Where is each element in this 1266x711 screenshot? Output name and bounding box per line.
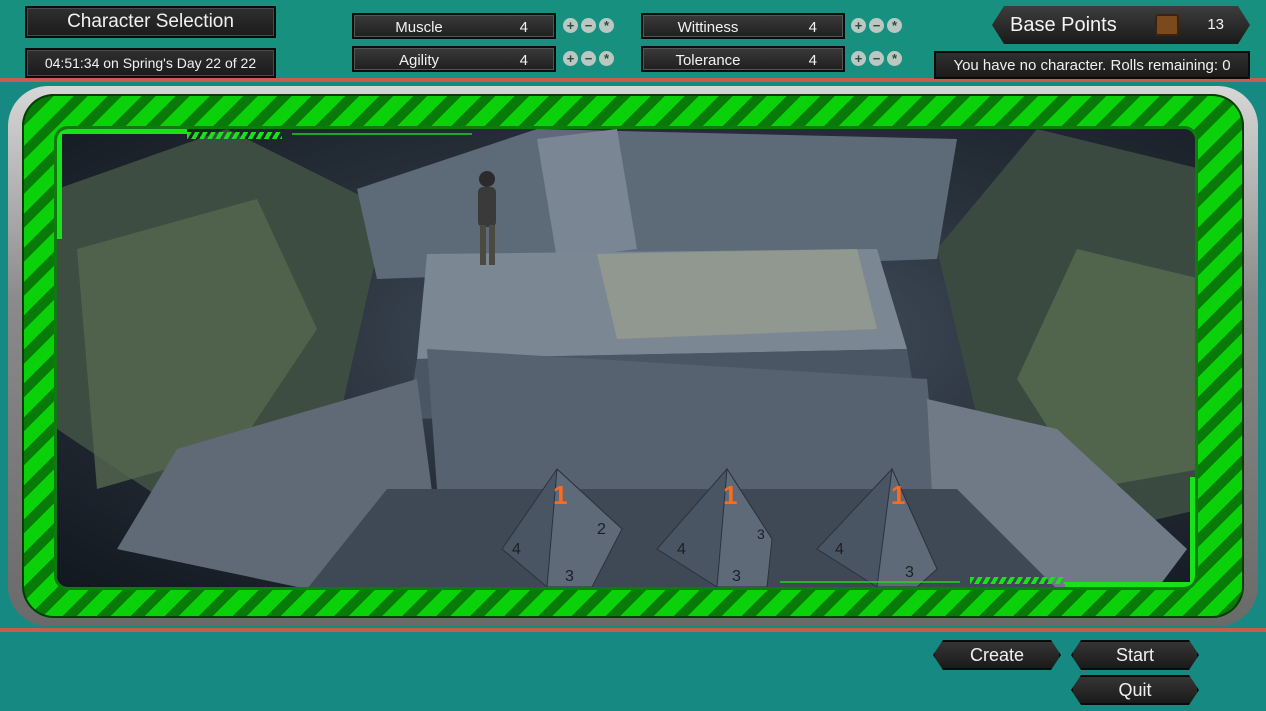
die-1-face-right: 2 [597,521,606,538]
die-1-face-bottom: 3 [565,568,574,585]
stat-label: Agility [398,52,439,69]
stat-value: 4 [519,52,528,69]
die-3-top-number: 1 [891,480,905,510]
tolerance-controls: + − * [851,51,902,66]
stat-wittiness: Wittiness 4 [641,13,845,39]
create-button[interactable]: Create [933,640,1061,670]
wittiness-controls: + − * [851,18,902,33]
quit-button[interactable]: Quit [1071,675,1199,705]
base-points-value: 13 [1207,16,1224,33]
muscle-random-button[interactable]: * [599,18,614,33]
die-2-face-bottom: 3 [732,568,741,585]
stat-agility: Agility 4 [352,46,556,72]
agility-random-button[interactable]: * [599,51,614,66]
hud-line-top [292,133,472,135]
agility-controls: + − * [563,51,614,66]
hud-corner-bottom [1065,582,1195,587]
die-3-face-left: 4 [835,541,844,558]
muscle-controls: + − * [563,18,614,33]
screen-title: Character Selection [25,6,276,38]
agility-minus-button[interactable]: − [581,51,596,66]
wittiness-plus-button[interactable]: + [851,18,866,33]
hud-stripes-top [187,132,282,139]
agility-plus-button[interactable]: + [563,51,578,66]
hud-corner-left [57,129,62,239]
tolerance-minus-button[interactable]: − [869,51,884,66]
lit-stone [597,249,877,339]
hud-stripes-bottom [970,577,1065,584]
tolerance-random-button[interactable]: * [887,51,902,66]
wittiness-random-button[interactable]: * [887,18,902,33]
start-button[interactable]: Start [1071,640,1199,670]
die-3-face-bottom: 3 [905,564,914,581]
stat-label: Tolerance [675,52,741,69]
stat-tolerance: Tolerance 4 [641,46,845,72]
viewport-frame: 1 4 2 3 1 4 3 3 1 4 3 [8,86,1258,626]
stat-value: 4 [808,52,817,69]
hud-line-bottom [780,581,960,583]
muscle-plus-button[interactable]: + [563,18,578,33]
stat-muscle: Muscle 4 [352,13,556,39]
game-screen: Character Selection 04:51:34 on Spring's… [0,0,1266,711]
stat-value: 4 [808,19,817,36]
stat-label: Muscle [395,19,443,36]
wittiness-minus-button[interactable]: − [869,18,884,33]
base-points-label: Base Points [1010,14,1117,36]
bottom-divider [0,628,1266,632]
status-message: You have no character. Rolls remaining: … [934,51,1250,79]
tolerance-plus-button[interactable]: + [851,51,866,66]
die-2-top-number: 1 [723,480,737,510]
muscle-minus-button[interactable]: − [581,18,596,33]
game-viewport: 1 4 2 3 1 4 3 3 1 4 3 [54,126,1198,590]
temple-scene: 1 4 2 3 1 4 3 3 1 4 3 [57,129,1195,587]
die-1-face-left: 4 [512,541,521,558]
die-1-top-number: 1 [553,480,567,510]
stat-value: 4 [519,19,528,36]
die-2-face-left: 4 [677,541,686,558]
hud-corner-top [57,129,187,134]
stat-label: Wittiness [677,19,739,36]
game-datetime: 04:51:34 on Spring's Day 22 of 22 [25,48,276,78]
scroll-icon [1155,14,1179,36]
hud-corner-right [1190,477,1195,587]
die-2-face-right: 3 [757,526,765,542]
base-points-panel: Base Points 13 [992,6,1250,44]
